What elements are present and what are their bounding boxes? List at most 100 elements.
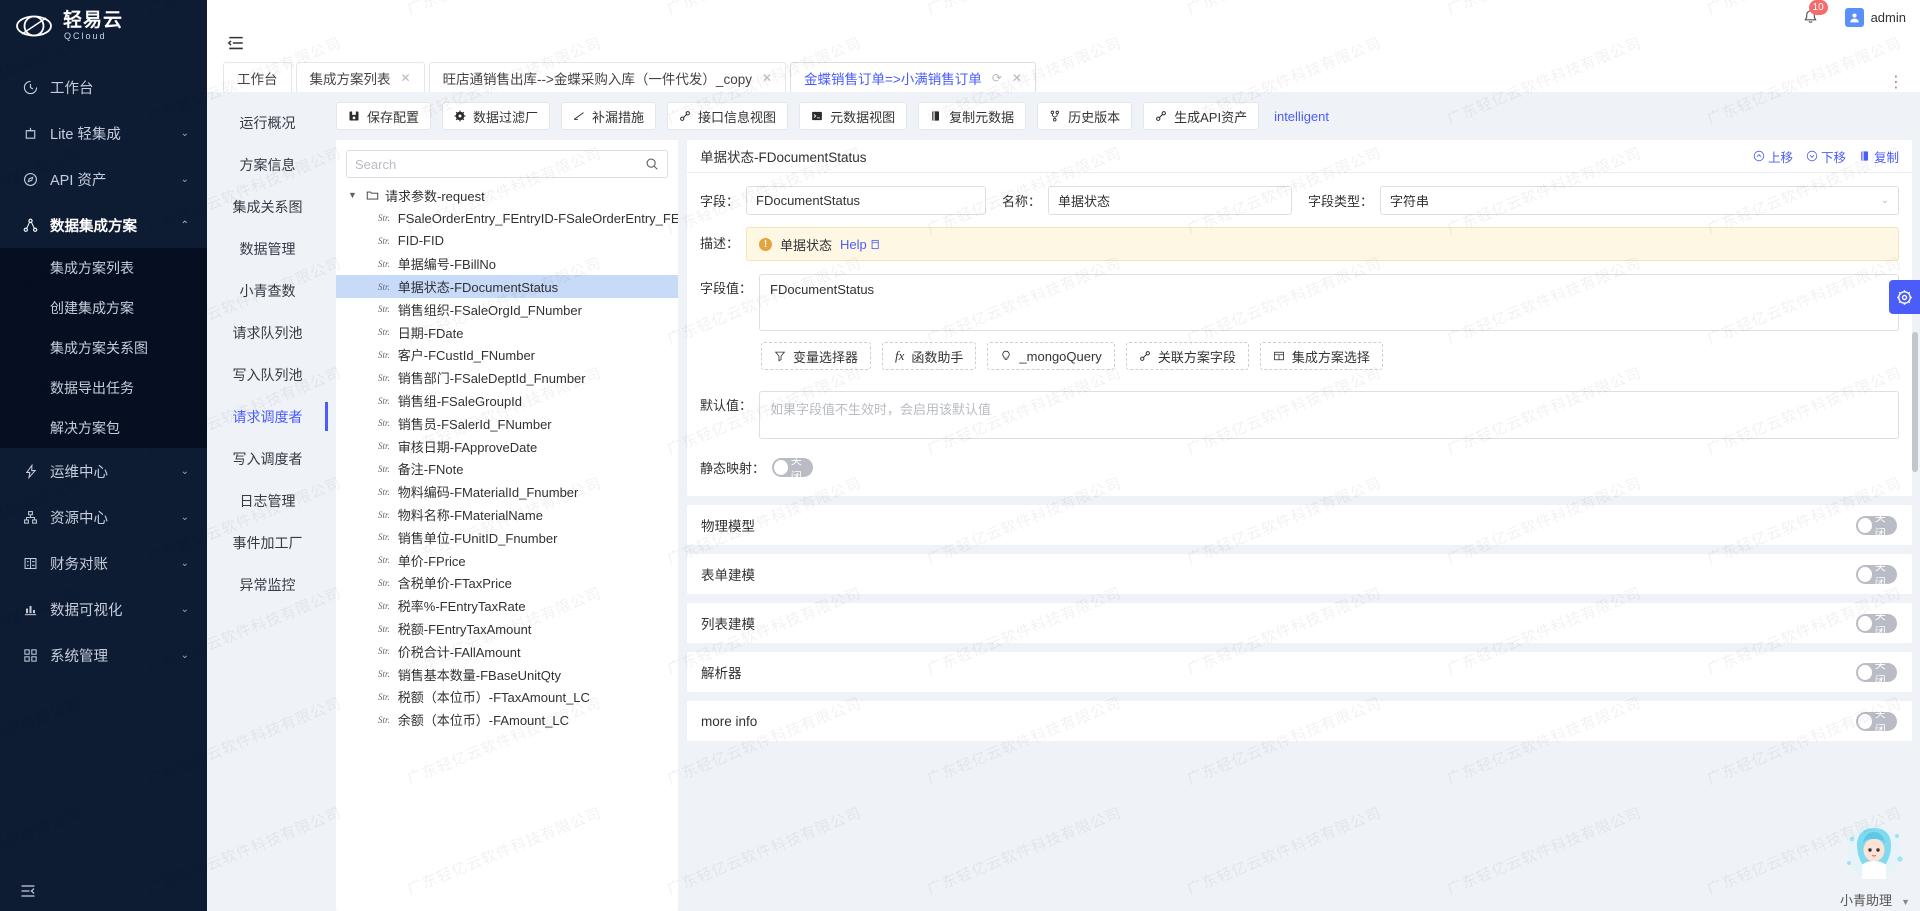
sidebar-subitem-scheme-graph[interactable]: 集成方案关系图 [0,328,207,368]
sidebar-item-finance[interactable]: 财务对账 ⌄ [0,540,207,586]
move-up-button[interactable]: 上移 [1753,147,1793,166]
sidebar-item-visualization[interactable]: 数据可视化 ⌄ [0,586,207,632]
assistant-avatar-icon[interactable] [1838,819,1910,885]
function-helper-button[interactable]: fx 函数助手 [882,342,977,370]
api-info-view-button[interactable]: 接口信息视图 [667,102,789,130]
close-icon[interactable]: ✕ [1012,71,1022,85]
mongo-query-button[interactable]: _mongoQuery [987,342,1115,370]
variable-selector-button[interactable]: 变量选择器 [761,342,872,370]
scheme-nav-logs[interactable]: 日志管理 [207,482,328,519]
user-menu[interactable]: admin [1844,7,1906,27]
tree-node[interactable]: Str. 客户-FCustId_FNumber [336,344,678,367]
tree-node[interactable]: Str. 物料名称-FMaterialName [336,503,678,526]
list-modeling-toggle[interactable]: 关闭 [1856,610,1897,638]
field-value-textarea[interactable]: FDocumentStatus [759,274,1899,331]
tree-node[interactable]: Str. 税额-FEntryTaxAmount [336,617,678,640]
sidebar-item-api-assets[interactable]: API 资产 ⌄ [0,156,207,202]
close-icon[interactable]: ✕ [401,71,411,85]
sidebar-collapse-button[interactable] [0,871,207,911]
search-box[interactable] [346,150,668,178]
save-config-button[interactable]: 保存配置 [336,102,432,130]
tree-node[interactable]: Str. 物料编码-FMaterialId_Fnumber [336,480,678,503]
sidebar-subitem-scheme-list[interactable]: 集成方案列表 [0,248,207,288]
scheme-nav-write-queue[interactable]: 写入队列池 [207,356,328,393]
tree-node[interactable]: Str. 单据编号-FBillNo [336,252,678,275]
tree-node[interactable]: Str. 销售单位-FUnitID_Fnumber [336,526,678,549]
scheme-nav-query[interactable]: 小青查数 [207,272,328,309]
physical-model-toggle[interactable]: 关闭 [1856,512,1897,540]
tree-node[interactable]: Str. 日期-FDate [336,321,678,344]
tree-node[interactable]: Str. 销售员-FSalerId_FNumber [336,412,678,435]
field-type-select[interactable]: 字符串 ⌄ [1380,186,1899,215]
close-icon[interactable]: ✕ [762,71,772,85]
sidebar-item-system-management[interactable]: 系统管理 ⌄ [0,632,207,678]
scheme-nav-event-factory[interactable]: 事件加工厂 [207,524,328,561]
default-value-input[interactable]: 如果字段值不生效时，会启用该默认值 [759,391,1899,439]
parser-toggle[interactable]: 关闭 [1856,659,1897,687]
tree-node[interactable]: Str. 销售部门-FSaleDeptId_Fnumber [336,366,678,389]
caret-down-icon[interactable]: ▼ [348,190,360,200]
field-name-input[interactable]: 单据状态 [1048,186,1293,215]
sidebar-subitem-solution-package[interactable]: 解决方案包 [0,408,207,448]
scheme-nav-graph[interactable]: 集成关系图 [207,188,328,225]
brand-logo[interactable]: 轻易云 QCloud [0,0,207,52]
copy-field-button[interactable]: 复制 [1859,147,1899,166]
scheme-nav-request-scheduler[interactable]: 请求调度者 [207,398,328,435]
generate-api-asset-button[interactable]: 生成API资产 [1143,102,1260,130]
tree-node[interactable]: Str. FID-FID [336,230,678,253]
tab-workbench[interactable]: 工作台 [223,62,292,92]
chevron-down-icon[interactable]: ▼ [1901,897,1910,907]
tab-scheme-list[interactable]: 集成方案列表 ✕ [295,62,425,92]
vertical-scrollbar-thumb[interactable] [1912,332,1918,472]
tree-node[interactable]: Str. 审核日期-FApproveDate [336,435,678,458]
scheme-nav-exception-monitor[interactable]: 异常监控 [207,566,328,603]
vertical-dots-icon[interactable]: ⋮ [1888,72,1908,92]
tree-root-node[interactable]: ▼ 请求参数-request [336,184,678,207]
scheme-nav-info[interactable]: 方案信息 [207,146,328,183]
tree-node-selected[interactable]: Str. 单据状态-FDocumentStatus [336,275,678,298]
tab-kingdee-xiaoman[interactable]: 金蝶销售订单=>小满销售订单 ⟳ ✕ [790,62,1036,92]
tree-node[interactable]: Str. 含税单价-FTaxPrice [336,572,678,595]
tree-node[interactable]: Str. 销售组-FSaleGroupId [336,389,678,412]
metadata-view-button[interactable]: 元数据视图 [799,102,908,130]
patch-measures-button[interactable]: 补漏措施 [561,102,657,130]
tree-node[interactable]: Str. 余额（本位币）-FAmount_LC [336,708,678,731]
scheme-nav-overview[interactable]: 运行概况 [207,104,328,141]
sidebar-subitem-export-task[interactable]: 数据导出任务 [0,368,207,408]
sidebar-item-resource-center[interactable]: 资源中心 ⌄ [0,494,207,540]
more-info-toggle[interactable]: 关闭 [1856,708,1897,736]
tree-node[interactable]: Str. 销售组织-FSaleOrgId_FNumber [336,298,678,321]
notifications-button[interactable]: 10 [1802,0,1828,26]
sidebar-item-ops-center[interactable]: 运维中心 ⌄ [0,448,207,494]
search-input[interactable] [355,156,645,172]
tree-node[interactable]: Str. FSaleOrderEntry_FEntryID-FSaleOrderE… [336,207,678,230]
form-modeling-toggle[interactable]: 关闭 [1856,561,1897,589]
scheme-nav-data-management[interactable]: 数据管理 [207,230,328,267]
move-down-button[interactable]: 下移 [1806,147,1846,166]
sidebar-item-data-integration[interactable]: 数据集成方案 ⌃ [0,202,207,248]
tree-node[interactable]: Str. 备注-FNote [336,458,678,481]
settings-panel-button[interactable] [1889,280,1920,314]
copy-metadata-button[interactable]: 复制元数据 [918,102,1027,130]
help-link[interactable]: Help [840,237,881,252]
refresh-icon[interactable]: ⟳ [992,71,1002,85]
sidebar-subitem-create-scheme[interactable]: 创建集成方案 [0,288,207,328]
hamburger-collapse-icon[interactable] [227,34,1920,52]
intelligent-link[interactable]: intelligent [1274,109,1329,124]
tree-node[interactable]: Str. 税率%-FEntryTaxRate [336,594,678,617]
history-version-button[interactable]: 历史版本 [1037,102,1133,130]
data-filter-button[interactable]: 数据过滤厂 [442,102,551,130]
scheme-nav-request-queue[interactable]: 请求队列池 [207,314,328,351]
search-icon[interactable] [645,157,659,171]
tree-node[interactable]: Str. 销售基本数量-FBaseUnitQty [336,663,678,686]
scheme-nav-write-scheduler[interactable]: 写入调度者 [207,440,328,477]
tree-node[interactable]: Str. 价税合计-FAllAmount [336,640,678,663]
integration-scheme-select-button[interactable]: 集成方案选择 [1259,342,1383,370]
tree-node[interactable]: Str. 税额（本位币）-FTaxAmount_LC [336,686,678,709]
related-scheme-field-button[interactable]: 关联方案字段 [1125,342,1249,370]
static-mapping-toggle[interactable]: 关闭 [772,455,814,483]
field-code-input[interactable]: FDocumentStatus [746,186,987,215]
sidebar-item-workbench[interactable]: 工作台 [0,64,207,110]
tab-wangdiantong-kingdee[interactable]: 旺店通销售出库-->金蝶采购入库（一件代发）_copy ✕ [428,62,787,92]
tree-node[interactable]: Str. 单价-FPrice [336,549,678,572]
